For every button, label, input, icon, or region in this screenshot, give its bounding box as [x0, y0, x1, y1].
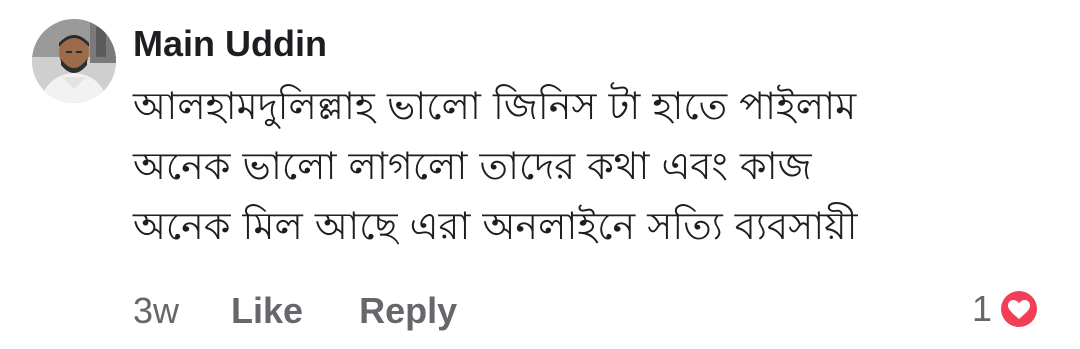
comment-author[interactable]: Main Uddin: [133, 22, 327, 66]
comment-actions: 3w Like Reply: [133, 288, 457, 334]
comment-text-line: অনেক ভালো লাগলো তাদের কথা এবং কাজ: [133, 144, 812, 188]
comment-timestamp[interactable]: 3w: [133, 290, 179, 332]
reply-button[interactable]: Reply: [359, 290, 457, 332]
comment-text-line: আলহামদুলিল্লাহ ভালো জিনিস টা হাতে পাইলাম: [133, 84, 857, 128]
like-button[interactable]: Like: [231, 290, 303, 332]
comment-text: আলহামদুলিল্লাহ ভালো জিনিস টা হাতে পাইলাম…: [133, 76, 1033, 256]
comment-text-line: অনেক মিল আছে এরা অনলাইনে সত্যি ব্যবসায়ী: [133, 204, 858, 248]
reaction-count: 1: [972, 288, 993, 329]
comment: Main Uddin আলহামদুলিল্লাহ ভালো জিনিস টা …: [0, 0, 1080, 349]
avatar[interactable]: [32, 19, 116, 103]
love-icon: [996, 286, 1042, 332]
reaction-summary[interactable]: 1: [972, 284, 1042, 334]
avatar-image: [32, 19, 116, 103]
